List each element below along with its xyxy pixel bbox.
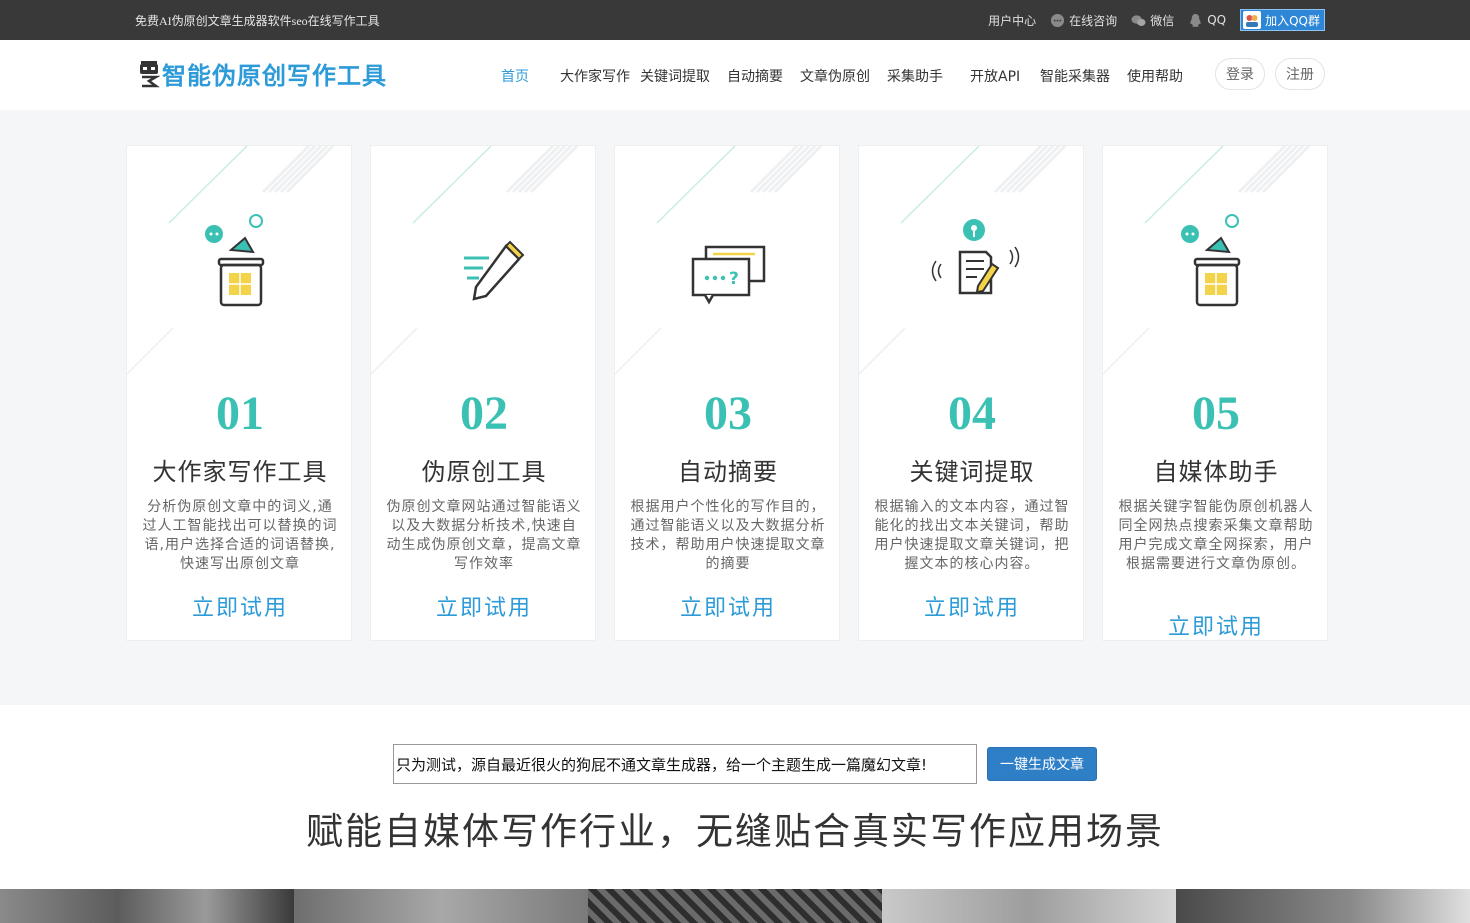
card-decoration: ? xyxy=(615,146,823,375)
top-links: 用户中心 在线咨询 微信 QQ 加入QQ群 xyxy=(988,9,1325,31)
qq-group-label: 加入QQ群 xyxy=(1265,13,1320,28)
site-slogan: 免费AI伪原创文章生成器软件seo在线写作工具 xyxy=(135,14,380,28)
feature-description: 根据关键字智能伪原创机器人同全网热点搜索采集文章帮助用户完成文章全网探索，用户根… xyxy=(1118,499,1314,572)
banner-image xyxy=(294,889,588,923)
feature-cards: 01 大作家写作工具 分析伪原创文章中的词义,通过人工智能找出可以替换的词语,用… xyxy=(0,110,1470,705)
wechat-link[interactable]: 微信 xyxy=(1131,12,1174,29)
feature-description: 分析伪原创文章中的词义,通过人工智能找出可以替换的词语,用户选择合适的词语替换,… xyxy=(142,499,338,572)
header: 智能伪原创写作工具 首页 大作家写作 关键词提取 自动摘要 文章伪原创 采集助手… xyxy=(0,40,1470,110)
nav-smart-collector[interactable]: 智能采集器 xyxy=(1040,66,1110,86)
try-now-link[interactable]: 立即试用 xyxy=(1103,609,1327,640)
nav-open-api[interactable]: 开放API xyxy=(970,66,1020,86)
join-qq-group-button[interactable]: 加入QQ群 xyxy=(1240,9,1325,31)
pencil-icon xyxy=(464,240,525,301)
card-decoration xyxy=(1103,146,1311,375)
qq-label: QQ xyxy=(1207,13,1227,27)
try-now-link[interactable]: 立即试用 xyxy=(127,590,351,622)
try-now-link[interactable]: 立即试用 xyxy=(371,590,595,622)
card-decoration xyxy=(127,146,335,375)
top-bar: 免费AI伪原创文章生成器软件seo在线写作工具 用户中心 在线咨询 微信 QQ … xyxy=(0,0,1470,40)
feature-card[interactable]: 05 自媒体助手 根据关键字智能伪原创机器人同全网热点搜索采集文章帮助用户完成文… xyxy=(1102,145,1328,641)
feature-number: 01 xyxy=(216,387,264,440)
feature-description: 根据用户个性化的写作目的，通过智能语义以及大数据分析技术，帮助用户快速提取文章的… xyxy=(630,499,826,572)
nav-collect-helper[interactable]: 采集助手 xyxy=(887,66,943,86)
register-button[interactable]: 注册 xyxy=(1275,58,1325,90)
feature-title: 自动摘要 xyxy=(678,458,778,486)
online-consult-link[interactable]: 在线咨询 xyxy=(1050,12,1117,29)
feature-number: 03 xyxy=(704,387,752,440)
article-generator: 一键生成文章 赋能自媒体写作行业，无缝贴合真实写作应用场景 xyxy=(0,705,1470,889)
nav-keyword-extract[interactable]: 关键词提取 xyxy=(640,66,710,86)
jar-icon xyxy=(1181,214,1241,307)
user-center-link[interactable]: 用户中心 xyxy=(988,12,1036,29)
wechat-label: 微信 xyxy=(1150,13,1175,28)
feature-title: 关键词提取 xyxy=(909,458,1035,486)
generate-article-button[interactable]: 一键生成文章 xyxy=(987,747,1097,781)
topic-input[interactable] xyxy=(393,744,977,784)
banner-image xyxy=(588,889,882,923)
chat-bubble-icon: ? xyxy=(691,245,766,305)
try-now-link[interactable]: 立即试用 xyxy=(859,590,1083,622)
banner-image xyxy=(1176,889,1470,923)
feature-title: 大作家写作工具 xyxy=(152,458,328,486)
feature-title: 自媒体助手 xyxy=(1153,458,1279,486)
svg-text:?: ? xyxy=(729,269,739,289)
section-headline: 赋能自媒体写作行业，无缝贴合真实写作应用场景 xyxy=(306,810,1164,853)
feature-card[interactable]: 02 伪原创工具 伪原创文章网站通过智能语义以及大数据分析技术,快速自动生成伪原… xyxy=(370,145,596,641)
qq-link[interactable]: QQ xyxy=(1188,13,1226,28)
feature-description: 伪原创文章网站通过智能语义以及大数据分析技术,快速自动生成伪原创文章，提高文章写… xyxy=(386,499,582,572)
feature-description: 根据输入的文本内容，通过智能化的找出文本关键词，帮助用户快速提取文章关键词，把握… xyxy=(874,499,1070,572)
feature-number: 04 xyxy=(948,387,996,440)
try-now-link[interactable]: 立即试用 xyxy=(615,590,839,622)
banner-image xyxy=(882,889,1176,923)
login-button[interactable]: 登录 xyxy=(1215,58,1265,90)
jar-icon xyxy=(205,214,265,307)
chat-icon xyxy=(1051,13,1065,27)
online-consult-label: 在线咨询 xyxy=(1069,13,1118,28)
nav-auto-summary[interactable]: 自动摘要 xyxy=(727,66,783,86)
feature-number: 05 xyxy=(1192,387,1240,440)
wechat-icon xyxy=(1131,14,1146,26)
card-decoration xyxy=(859,146,1067,375)
photo-strip xyxy=(0,889,1470,923)
nav-article-rewrite[interactable]: 文章伪原创 xyxy=(800,66,870,86)
feature-number: 02 xyxy=(460,387,508,440)
banner-image xyxy=(0,889,294,923)
feature-title: 伪原创工具 xyxy=(421,458,547,486)
feature-card[interactable]: ? 03 自动摘要 根据用户个性化的写作目的，通过智能语义以及大数据分析技术，帮… xyxy=(614,145,840,641)
qq-group-icon xyxy=(1243,11,1262,29)
feature-card[interactable]: 04 关键词提取 根据输入的文本内容，通过智能化的找出文本关键词，帮助用户快速提… xyxy=(858,145,1084,641)
qq-icon xyxy=(1190,13,1201,27)
card-decoration xyxy=(371,146,579,375)
nav-home[interactable]: 首页 xyxy=(501,66,529,86)
nav-writer[interactable]: 大作家写作 xyxy=(560,66,630,86)
document-pen-icon xyxy=(931,219,1020,295)
feature-card[interactable]: 01 大作家写作工具 分析伪原创文章中的词义,通过人工智能找出可以替换的词语,用… xyxy=(126,145,352,641)
nav-help[interactable]: 使用帮助 xyxy=(1127,66,1183,86)
